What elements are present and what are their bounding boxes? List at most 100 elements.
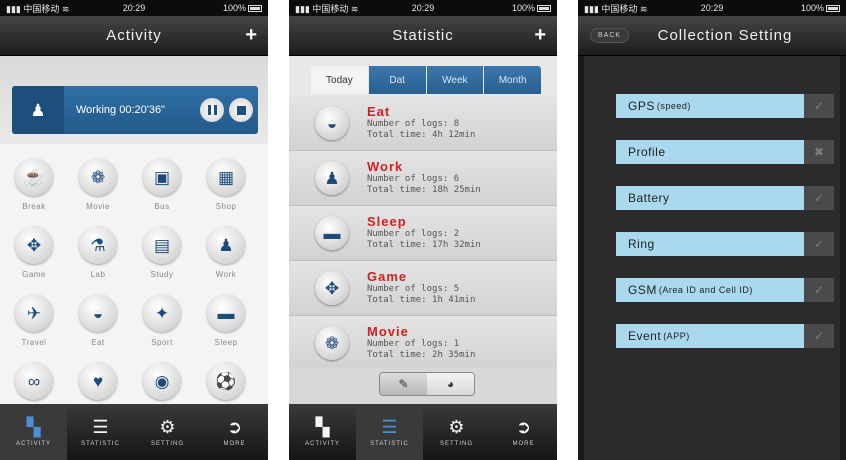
basketball-icon: ◉: [154, 371, 170, 391]
activity-bus-button[interactable]: ▣ Bus: [130, 158, 194, 211]
bicycle-icon: ∞: [27, 371, 41, 391]
setting-profile: Profile ✖: [616, 140, 834, 164]
page-title: Statistic: [392, 27, 454, 44]
check-icon[interactable]: ✓: [804, 324, 834, 348]
carrier-label: ▮▮▮ 中国移动 ≋: [584, 3, 648, 14]
check-icon[interactable]: ✓: [804, 186, 834, 210]
bowl-icon: ◒: [92, 303, 104, 323]
activity-label: Study: [150, 270, 174, 279]
activity-break-button[interactable]: ☕ Break: [2, 158, 66, 211]
list-edit-icon[interactable]: ✎: [380, 373, 427, 395]
microscope-icon: ⚗: [90, 235, 106, 255]
stat-row-sleep[interactable]: ▬ Sleep Number of logs: 2 Total time: 17h 3…: [289, 206, 557, 261]
nav-bar: Statistic +: [289, 16, 557, 56]
gear-icon: ⚙: [159, 417, 176, 437]
tab-label: STATISTIC: [81, 441, 120, 447]
pause-button[interactable]: [200, 98, 224, 122]
check-icon[interactable]: ✓: [804, 278, 834, 302]
activity-work-button[interactable]: ♟ Work: [194, 226, 258, 279]
activity-label: Shop: [215, 202, 237, 211]
activity-movie-button[interactable]: ❁ Movie: [66, 158, 130, 211]
film-reel-icon: ❁: [90, 167, 106, 187]
tab-more[interactable]: ➲ MORE: [201, 404, 268, 460]
back-button[interactable]: BACK: [590, 28, 630, 43]
desk-worker-icon: ♟: [12, 86, 64, 134]
couple-icon: ♥: [92, 371, 104, 391]
arrow-circle-icon: ➲: [515, 417, 532, 437]
activity-label: Game: [22, 270, 46, 279]
tab-bar: ▚ ACTIVITY ☰ STATISTIC ⚙ SETTING ➲ MORE: [0, 404, 268, 460]
view-toggle: ✎ ◕: [379, 372, 475, 396]
stat-row-work[interactable]: ♟ Work Number of logs: 6 Total time: 18h 25…: [289, 151, 557, 206]
activity-travel-button[interactable]: ✈ Travel: [2, 294, 66, 347]
check-icon[interactable]: ✓: [804, 232, 834, 256]
tab-week[interactable]: Week: [426, 66, 484, 94]
activity-shop-button[interactable]: ▦ Shop: [194, 158, 258, 211]
battery-indicator: 100%: [177, 3, 262, 13]
stat-row-game[interactable]: ✥ Game Number of logs: 5 Total time: 1h 41m…: [289, 261, 557, 316]
cross-icon[interactable]: ✖: [804, 140, 834, 164]
clock: 20:29: [700, 3, 724, 13]
stat-total-time: Total time: 17h 32min: [367, 240, 481, 250]
stop-button[interactable]: [229, 98, 253, 122]
tab-statistic[interactable]: ☰ STATISTIC: [67, 404, 134, 460]
tab-more[interactable]: ➲ MORE: [490, 404, 557, 460]
activity-sport-button[interactable]: ✦ Sport: [130, 294, 194, 347]
setting-label: Profile: [616, 140, 804, 164]
activity-eat-button[interactable]: ◒ Eat: [66, 294, 130, 347]
tab-dat[interactable]: Dat: [368, 66, 426, 94]
add-button[interactable]: +: [534, 24, 547, 46]
gamepad-icon: ✥: [324, 278, 340, 298]
list-icon: ☰: [381, 417, 398, 437]
tab-statistic[interactable]: ☰ STATISTIC: [356, 404, 423, 460]
activity-lab-button[interactable]: ⚗ Lab: [66, 226, 130, 279]
list-icon: ☰: [92, 417, 109, 437]
football-icon: ⚽: [215, 371, 237, 391]
stat-logs: Number of logs: 2: [367, 229, 460, 239]
battery-icon: [536, 5, 551, 13]
activity-game-button[interactable]: ✥ Game: [2, 226, 66, 279]
status-bar: ▮▮▮ 中国移动 ≋ 20:29 100%: [0, 0, 268, 16]
setting-gsm: GSM (Area ID and Cell ID) ✓: [616, 278, 834, 302]
gear-icon: ⚙: [448, 417, 465, 437]
stat-row-movie[interactable]: ❁ Movie Number of logs: 1 Total time: 2h 35…: [289, 316, 557, 371]
setting-detail: (Area ID and Cell ID): [658, 285, 753, 295]
desk-worker-icon: ♟: [324, 168, 340, 188]
desk-worker-icon: ♟: [218, 235, 234, 255]
tab-activity[interactable]: ▚ ACTIVITY: [0, 404, 67, 460]
add-button[interactable]: +: [245, 24, 258, 46]
tab-today[interactable]: Today: [311, 66, 368, 94]
pie-chart-icon[interactable]: ◕: [427, 373, 474, 395]
period-selector: Today Dat Week Month: [289, 56, 557, 96]
setting-detail: (APP): [663, 331, 690, 341]
tab-label: ACTIVITY: [15, 441, 51, 447]
bowl-icon: ◒: [326, 113, 338, 133]
activity-grid: ☕ Break ❁ Movie ▣ Bus ▦ Shop ✥ Game ⚗ Lab ▤ Study ♟ Wor…: [0, 144, 268, 415]
activity-label: Work: [215, 270, 237, 279]
stat-total-time: Total time: 4h 12min: [367, 130, 476, 140]
activity-grid-icon: ▚: [315, 417, 330, 437]
setting-label: Ring: [616, 232, 804, 256]
statistic-screen: ▮▮▮ 中国移动 ≋ 20:29 100% Statistic + Today D…: [289, 0, 557, 460]
activity-sleep-button[interactable]: ▬ Sleep: [194, 294, 258, 347]
coffee-cup-icon: ☕: [23, 167, 45, 187]
tab-label: SETTING: [439, 441, 473, 447]
tab-setting[interactable]: ⚙ SETTING: [134, 404, 201, 460]
statistic-list: ◒ Eat Number of logs: 8 Total time: 4h 12mi…: [289, 96, 557, 371]
tab-setting[interactable]: ⚙ SETTING: [423, 404, 490, 460]
activity-body: ♟ Working 00:20'36" ☕ Break ❁ Movie ▣ Bus ▦ Sho…: [0, 56, 268, 415]
tab-activity[interactable]: ▚ ACTIVITY: [289, 404, 356, 460]
tab-month[interactable]: Month: [484, 66, 541, 94]
arrow-circle-icon: ➲: [226, 417, 243, 437]
stat-row-eat[interactable]: ◒ Eat Number of logs: 8 Total time: 4h 12mi…: [289, 96, 557, 151]
tab-label: ACTIVITY: [304, 441, 340, 447]
check-icon[interactable]: ✓: [804, 94, 834, 118]
activity-label: Eat: [91, 338, 105, 347]
activity-grid-icon: ▚: [26, 417, 41, 437]
status-bar: ▮▮▮ 中国移动 ≋ 20:29 100%: [289, 0, 557, 16]
tab-label: SETTING: [150, 441, 184, 447]
activity-study-button[interactable]: ▤ Study: [130, 226, 194, 279]
nav-bar: BACK Collection Setting: [578, 16, 846, 56]
stat-name: Work: [367, 159, 404, 174]
activity-label: Bus: [154, 202, 170, 211]
